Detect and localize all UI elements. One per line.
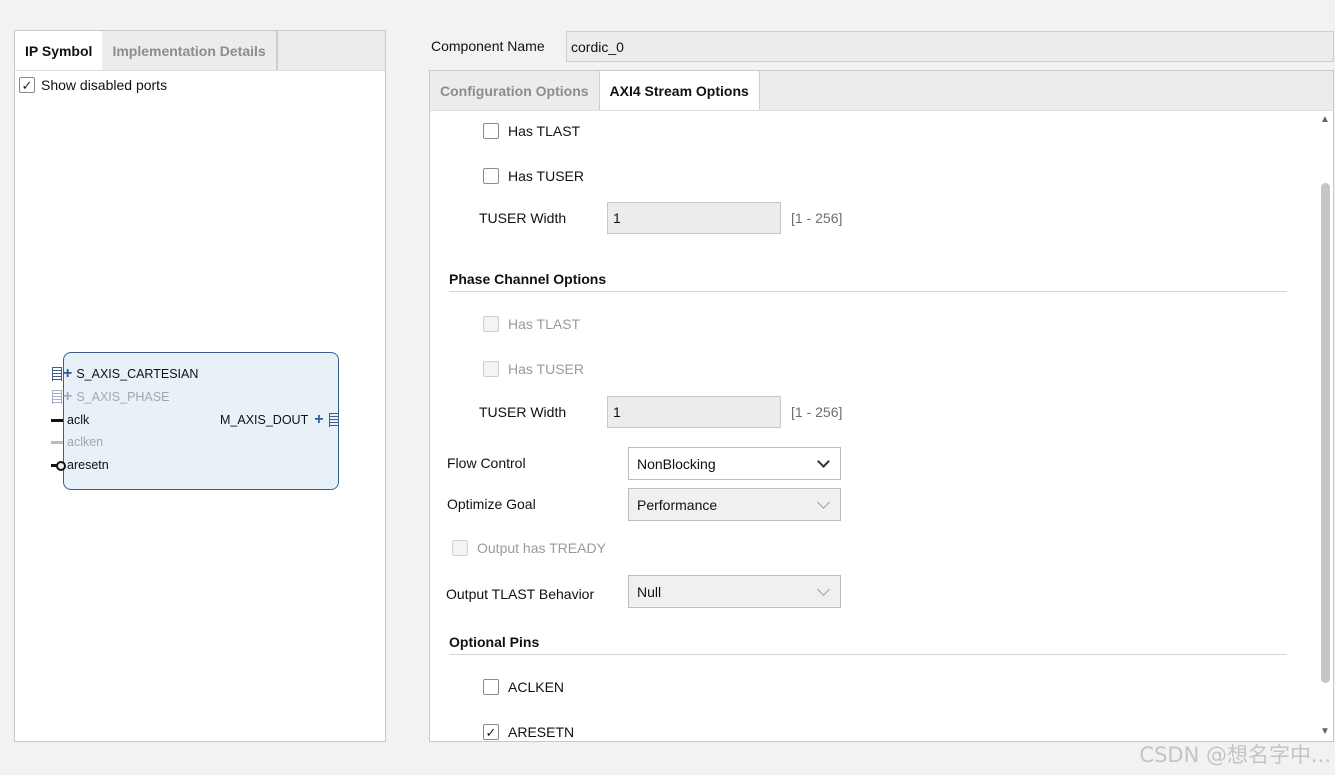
- pin-connector-icon: [51, 418, 63, 422]
- port-label: aresetn: [67, 458, 109, 472]
- port-label: S_AXIS_PHASE: [76, 390, 170, 404]
- aresetn-label: ARESETN: [508, 724, 575, 740]
- optimize-goal-select[interactable]: Performance: [628, 488, 841, 521]
- bus-connector-icon: [51, 389, 62, 405]
- has-tlast-checkbox[interactable]: [483, 123, 499, 139]
- flow-control-value: NonBlocking: [637, 455, 716, 472]
- aclken-checkbox[interactable]: [483, 679, 499, 695]
- tab-axi4-stream-options[interactable]: AXI4 Stream Options: [598, 71, 760, 110]
- phase-has-tlast-label: Has TLAST: [508, 316, 581, 332]
- optimize-goal-value: Performance: [637, 496, 718, 513]
- flow-control-label: Flow Control: [447, 455, 526, 471]
- show-disabled-ports-checkbox[interactable]: ✓: [19, 77, 35, 93]
- phase-has-tuser-checkbox[interactable]: [483, 361, 499, 377]
- watermark: CSDN @想名字中...: [1139, 743, 1331, 767]
- options-panel: Configuration Options AXI4 Stream Option…: [429, 70, 1334, 742]
- port-aclk[interactable]: aclk: [51, 413, 89, 427]
- tab-configuration-options[interactable]: Configuration Options: [430, 71, 599, 110]
- port-aclken[interactable]: aclken: [51, 435, 103, 449]
- aresetn-option[interactable]: ✓ ARESETN: [483, 724, 574, 740]
- options-content: Has TLAST Has TUSER TUSER Width 1 [1 - 2…: [430, 111, 1317, 741]
- vertical-scrollbar[interactable]: ▲ ▼: [1317, 111, 1333, 741]
- section-divider: [449, 654, 1287, 655]
- aclken-label: ACLKEN: [508, 679, 565, 695]
- optional-pins-section-title: Optional Pins: [449, 634, 540, 650]
- scrollbar-thumb[interactable]: [1321, 183, 1330, 683]
- aclken-option[interactable]: ACLKEN: [483, 679, 564, 695]
- scroll-up-icon[interactable]: ▲: [1320, 115, 1330, 125]
- port-s-axis-cartesian[interactable]: + S_AXIS_CARTESIAN: [51, 366, 198, 382]
- port-label: aclken: [67, 435, 104, 449]
- phase-channel-section-title: Phase Channel Options: [449, 271, 607, 287]
- expand-plus-icon[interactable]: +: [63, 389, 72, 405]
- port-label: aclk: [67, 413, 90, 427]
- left-tab-bar: IP Symbol Implementation Details: [15, 31, 385, 71]
- pin-connector-icon: [51, 440, 63, 444]
- tuser-width-range: [1 - 256]: [791, 210, 843, 226]
- bus-connector-icon: [328, 412, 339, 428]
- tab-ip-symbol[interactable]: IP Symbol: [15, 31, 103, 70]
- chevron-down-icon: [817, 454, 830, 468]
- tuser-width-input[interactable]: 1: [607, 202, 781, 234]
- output-tlast-behavior-value: Null: [637, 583, 662, 600]
- has-tuser-label: Has TUSER: [508, 168, 584, 184]
- tab-implementation-details[interactable]: Implementation Details: [102, 31, 278, 70]
- optimize-goal-label: Optimize Goal: [447, 496, 536, 512]
- port-m-axis-dout[interactable]: M_AXIS_DOUT +: [220, 412, 339, 428]
- tuser-width-label: TUSER Width: [479, 210, 567, 226]
- port-label: M_AXIS_DOUT: [220, 413, 309, 427]
- chevron-down-icon: [817, 582, 830, 596]
- port-s-axis-phase[interactable]: + S_AXIS_PHASE: [51, 389, 169, 405]
- phase-has-tlast-checkbox[interactable]: [483, 316, 499, 332]
- output-tready-checkbox[interactable]: [452, 540, 468, 556]
- has-tuser-option[interactable]: Has TUSER: [483, 168, 584, 184]
- component-name-input[interactable]: [566, 31, 1334, 62]
- show-disabled-ports-option[interactable]: ✓ Show disabled ports: [19, 77, 167, 93]
- port-label: S_AXIS_CARTESIAN: [76, 367, 199, 381]
- bus-connector-icon: [51, 366, 62, 382]
- output-tlast-behavior-select[interactable]: Null: [628, 575, 841, 608]
- output-tready-option[interactable]: Output has TREADY: [452, 540, 606, 556]
- phase-tuser-width-input[interactable]: 1: [607, 396, 781, 428]
- aresetn-checkbox[interactable]: ✓: [483, 724, 499, 740]
- component-name-label: Component Name: [431, 38, 545, 54]
- output-tready-label: Output has TREADY: [477, 540, 606, 556]
- phase-has-tuser-option[interactable]: Has TUSER: [483, 361, 584, 377]
- ip-symbol-panel: IP Symbol Implementation Details ✓ Show …: [14, 30, 386, 742]
- flow-control-select[interactable]: NonBlocking: [628, 447, 841, 480]
- port-aresetn[interactable]: aresetn: [51, 458, 109, 472]
- has-tlast-label: Has TLAST: [508, 123, 581, 139]
- expand-plus-icon[interactable]: +: [314, 412, 323, 428]
- phase-tuser-width-range: [1 - 256]: [791, 404, 843, 420]
- scroll-down-icon[interactable]: ▼: [1320, 727, 1330, 737]
- has-tuser-checkbox[interactable]: [483, 168, 499, 184]
- chevron-down-icon: [817, 495, 830, 509]
- output-tlast-behavior-label: Output TLAST Behavior: [446, 586, 595, 602]
- show-disabled-ports-label: Show disabled ports: [41, 77, 168, 93]
- section-divider: [449, 291, 1287, 292]
- phase-has-tuser-label: Has TUSER: [508, 361, 584, 377]
- phase-tuser-width-label: TUSER Width: [479, 404, 567, 420]
- expand-plus-icon[interactable]: +: [63, 366, 72, 382]
- phase-has-tlast-option[interactable]: Has TLAST: [483, 316, 580, 332]
- has-tlast-option[interactable]: Has TLAST: [483, 123, 580, 139]
- options-tab-bar: Configuration Options AXI4 Stream Option…: [430, 71, 1333, 111]
- negated-pin-icon: [51, 461, 66, 471]
